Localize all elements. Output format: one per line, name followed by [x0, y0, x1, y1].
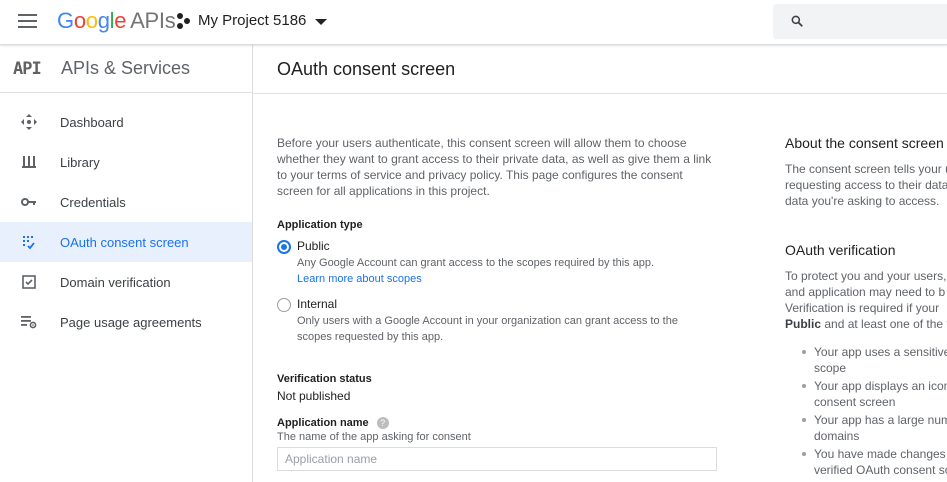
learn-more-scopes-link[interactable]: Learn more about scopes — [297, 271, 654, 287]
intro-line: whether they want to grant access to the… — [277, 152, 712, 166]
sidebar-item-label: Dashboard — [60, 114, 124, 130]
sidebar-item-label: OAuth consent screen — [60, 234, 189, 250]
sidebar: API APIs & Services Dashboard Library Cr… — [0, 45, 253, 482]
logo-suffix: APIs — [130, 8, 176, 33]
list-item: Your app uses a sensitive scope — [785, 344, 947, 376]
about-consent-text: The consent screen tells your u requesti… — [785, 161, 947, 209]
top-app-bar: Google APIs My Project 5186 — [0, 0, 947, 45]
intro-line: to your terms of service and privacy pol… — [277, 168, 683, 182]
list-item-line: verified OAuth consent sc — [814, 463, 947, 477]
intro-line: Before your users authenticate, this con… — [277, 136, 687, 150]
radio-internal-title: Internal — [297, 297, 338, 311]
about-line: data you're asking to access. — [785, 194, 940, 208]
radio-public[interactable] — [277, 240, 291, 254]
list-item-line: Your app displays an icon — [814, 379, 947, 393]
radio-option-public[interactable]: Public Any Google Account can grant acce… — [277, 237, 717, 287]
verification-requirements-list: Your app uses a sensitive scope Your app … — [785, 344, 947, 478]
logo-letter: G — [57, 8, 74, 33]
search-icon — [791, 15, 803, 27]
list-item-line: You have made changes t — [814, 447, 947, 461]
consent-icon — [23, 236, 35, 250]
application-name-desc: The name of the app asking for consent — [277, 431, 471, 443]
search-bar[interactable] — [773, 4, 947, 39]
sidebar-item-domain-verification[interactable]: Domain verification — [0, 262, 252, 302]
logo-letter: o — [73, 8, 86, 33]
list-item-line: consent screen — [814, 395, 896, 409]
dashboard-icon — [21, 114, 37, 130]
sidebar-title[interactable]: APIs & Services — [61, 58, 190, 79]
verify-line: and at least one of the f — [821, 317, 947, 331]
intro-line: screen for all applications in this proj… — [277, 184, 490, 198]
list-item-line: scope — [814, 361, 847, 375]
about-line: requesting access to their data — [785, 178, 947, 192]
google-apis-logo[interactable]: Google APIs — [57, 8, 176, 34]
radio-option-internal[interactable]: Internal Only users with a Google Accoun… — [277, 295, 717, 345]
project-name: My Project 5186 — [198, 12, 307, 29]
application-name-input[interactable] — [277, 447, 717, 471]
list-item-line: domains — [814, 429, 860, 443]
sidebar-item-label: Page usage agreements — [60, 314, 202, 330]
verification-status-label: Verification status — [277, 373, 372, 385]
list-item-line: Your app uses a sensitive — [814, 345, 947, 359]
library-icon — [22, 156, 36, 168]
verify-line: and application may need to b — [785, 285, 946, 299]
application-type-label: Application type — [277, 219, 363, 231]
verify-public-bold: Public — [785, 317, 822, 331]
sidebar-item-label: Domain verification — [60, 274, 171, 290]
list-item: Your app has a large num domains — [785, 412, 947, 444]
radio-internal[interactable] — [277, 298, 291, 312]
about-line: The consent screen tells your u — [785, 162, 947, 176]
sidebar-item-credentials[interactable]: Credentials — [0, 182, 252, 222]
info-panel: About the consent screen The consent scr… — [785, 135, 947, 480]
radio-internal-desc: Only users with a Google Account in your… — [297, 315, 678, 327]
logo-letter: o — [85, 8, 98, 33]
logo-letter: g — [97, 8, 110, 33]
list-item: Your app displays an icon consent screen — [785, 378, 947, 410]
logo-letter: e — [114, 8, 127, 33]
oauth-verification-text: To protect you and your users, and appli… — [785, 268, 947, 332]
page-title: OAuth consent screen — [277, 58, 456, 79]
verification-status-value: Not published — [277, 389, 351, 403]
chevron-down-icon — [315, 18, 328, 25]
sidebar-header: API APIs & Services — [0, 45, 252, 93]
key-icon — [21, 198, 36, 206]
checkbox-icon — [22, 275, 36, 289]
verify-line: To protect you and your users, — [785, 269, 947, 283]
sidebar-item-oauth-consent-screen[interactable]: OAuth consent screen — [0, 222, 252, 262]
page-header: OAuth consent screen — [253, 45, 947, 94]
radio-internal-desc: scopes requested by this app. — [297, 331, 444, 343]
intro-text: Before your users authenticate, this con… — [277, 135, 717, 199]
help-icon[interactable]: ? — [376, 417, 389, 429]
sidebar-item-label: Library — [60, 154, 100, 170]
menu-icon[interactable] — [18, 14, 38, 30]
radio-public-title: Public — [297, 239, 330, 253]
sidebar-item-library[interactable]: Library — [0, 142, 252, 182]
project-selector[interactable]: My Project 5186 — [177, 12, 328, 29]
sidebar-item-dashboard[interactable]: Dashboard — [0, 102, 252, 142]
about-consent-title: About the consent screen — [785, 135, 944, 151]
list-item-line: Your app has a large num — [814, 413, 947, 427]
api-logo: API — [13, 58, 42, 79]
project-icon — [177, 12, 191, 29]
radio-public-desc: Any Google Account can grant access to t… — [297, 257, 655, 269]
consent-form: Before your users authenticate, this con… — [277, 135, 717, 471]
application-name-label-row: Application name ? — [277, 417, 717, 429]
settings-list-icon — [21, 316, 37, 329]
application-name-label: Application name — [277, 417, 369, 429]
sidebar-item-page-usage-agreements[interactable]: Page usage agreements — [0, 302, 252, 342]
main-content: OAuth consent screen Before your users a… — [253, 45, 947, 482]
sidebar-item-label: Credentials — [60, 194, 126, 210]
verify-line: Verification is required if your — [785, 301, 940, 315]
oauth-verification-title: OAuth verification — [785, 242, 896, 258]
list-item: You have made changes t verified OAuth co… — [785, 446, 947, 478]
